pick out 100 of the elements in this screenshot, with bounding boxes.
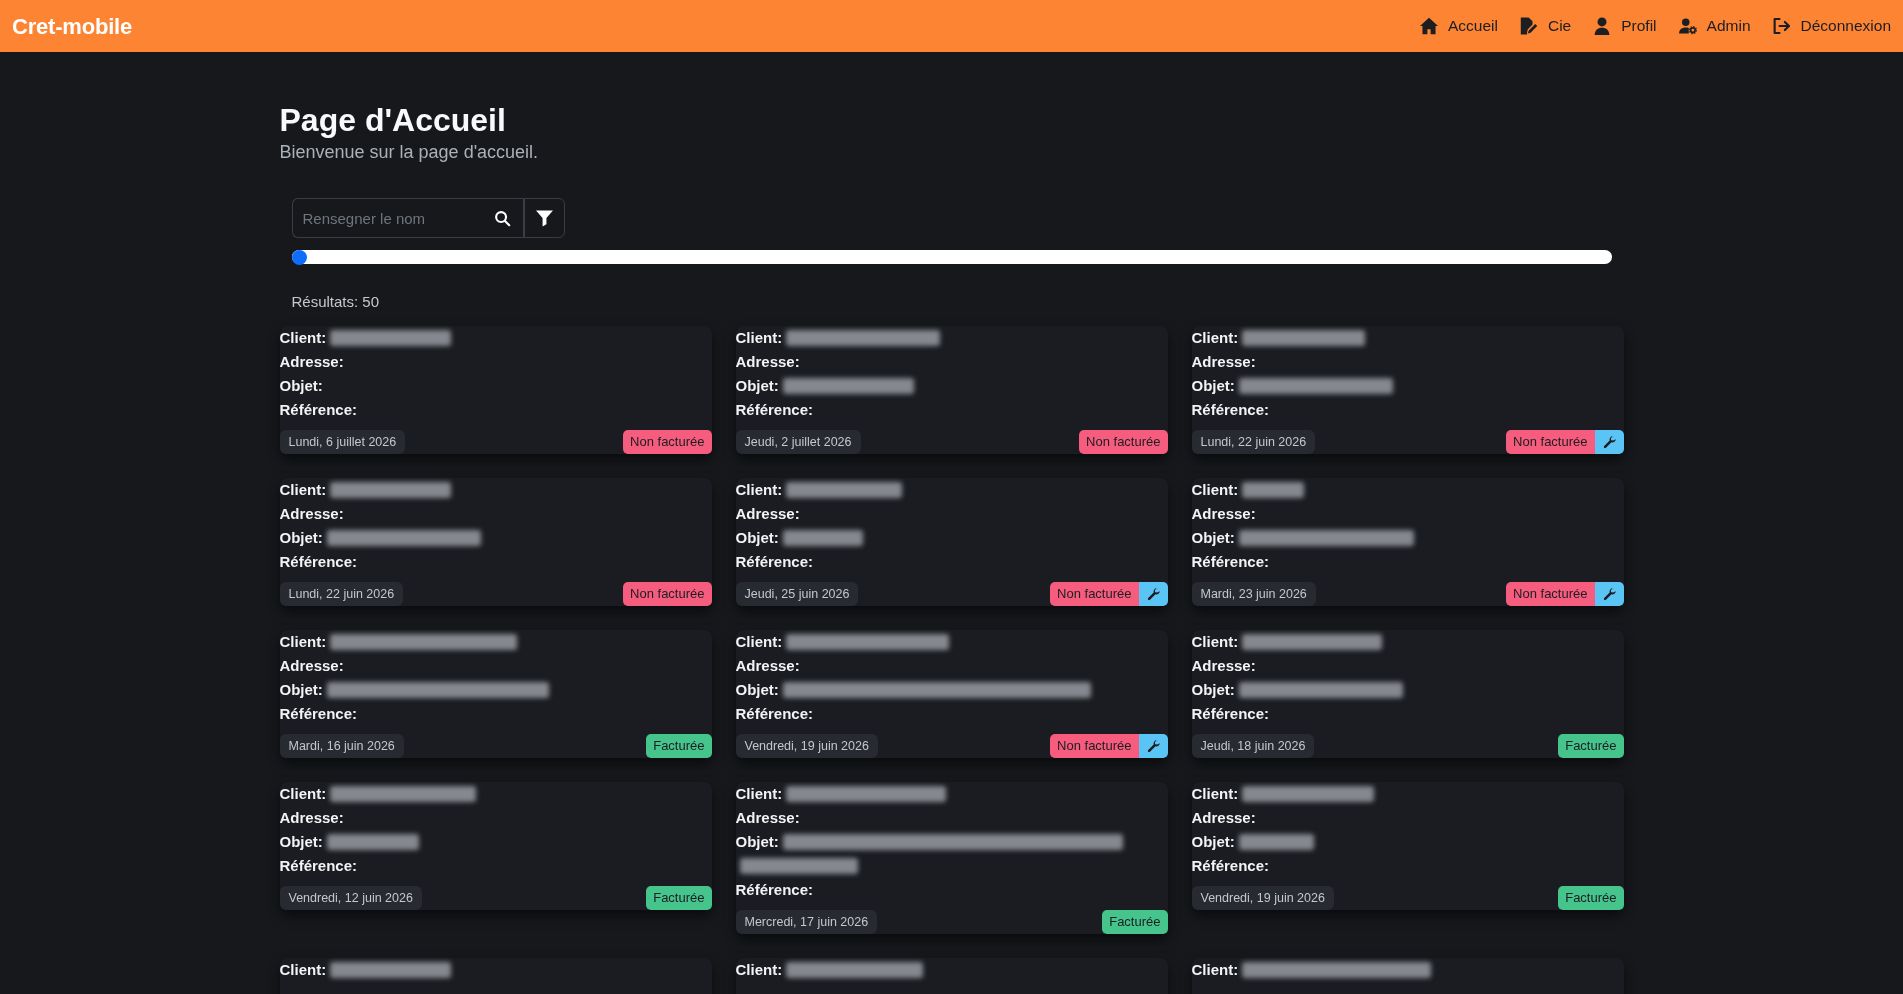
field-label: Client: <box>279 481 327 498</box>
results-count: Résultats: 50 <box>291 293 381 311</box>
status-badge: Facturée <box>646 734 712 758</box>
field-label: Référence: <box>1191 401 1270 418</box>
field-label: Objet: <box>735 377 779 394</box>
field-label: Adresse: <box>735 505 800 522</box>
field-label: Référence: <box>279 401 358 418</box>
date-tag: Jeudi, 2 juillet 2026 <box>735 430 861 454</box>
field-label: Référence: <box>735 705 814 722</box>
field-label: Objet: <box>1191 833 1235 850</box>
date-tag: Vendredi, 12 juin 2026 <box>279 886 422 910</box>
field-label: Objet: <box>735 529 779 546</box>
status-badge: Non facturée <box>1506 582 1595 606</box>
field-label: Client: <box>1191 481 1239 498</box>
status-badge: Facturée <box>646 886 712 910</box>
nav-link[interactable]: Déconnexion <box>1772 14 1891 38</box>
field-label: Référence: <box>1191 705 1270 722</box>
field-label: Objet: <box>279 529 323 546</box>
field-label: Adresse: <box>1191 809 1256 826</box>
date-tag: Vendredi, 19 juin 2026 <box>735 734 878 758</box>
field-label: Référence: <box>735 401 814 418</box>
status-badge: Facturée <box>1558 734 1624 758</box>
wrench-button[interactable] <box>1138 734 1168 758</box>
status-badge: Non facturée <box>623 582 712 606</box>
field-label: Référence: <box>279 553 358 570</box>
user-icon <box>1593 17 1612 35</box>
field-label: Référence: <box>279 857 358 874</box>
date-tag: Jeudi, 25 juin 2026 <box>735 582 859 606</box>
page-title: Page d'Accueil <box>279 101 507 139</box>
status-badge: Facturée <box>1102 910 1168 934</box>
field-label: Client: <box>279 961 327 978</box>
field-label: Objet: <box>1191 529 1235 546</box>
user-gear-icon <box>1678 17 1697 35</box>
field-label: Client: <box>735 481 783 498</box>
field-label: Adresse: <box>1191 353 1256 370</box>
nav-link[interactable]: Profil <box>1593 14 1657 38</box>
status-badge: Non facturée <box>1050 582 1139 606</box>
field-label: Objet: <box>279 377 323 394</box>
wrench-icon <box>1146 587 1160 601</box>
field-label: Adresse: <box>279 809 344 826</box>
field-label: Adresse: <box>279 353 344 370</box>
date-tag: Lundi, 22 juin 2026 <box>1191 430 1316 454</box>
field-label: Client: <box>1191 329 1239 346</box>
field-label: Client: <box>735 961 783 978</box>
field-label: Client: <box>735 329 783 346</box>
date-tag: Jeudi, 18 juin 2026 <box>1191 734 1315 758</box>
wrench-button[interactable] <box>1594 430 1624 454</box>
date-tag: Mercredi, 17 juin 2026 <box>735 910 878 934</box>
field-label: Objet: <box>735 681 779 698</box>
slider-thumb[interactable] <box>291 249 307 265</box>
status-badge: Non facturée <box>1506 430 1595 454</box>
slider-track[interactable] <box>291 250 1612 264</box>
field-label: Client: <box>1191 961 1239 978</box>
field-label: Référence: <box>279 705 358 722</box>
field-label: Référence: <box>1191 553 1270 570</box>
field-label: Adresse: <box>735 809 800 826</box>
wrench-icon <box>1602 587 1616 601</box>
date-tag: Mardi, 16 juin 2026 <box>279 734 404 758</box>
page-subtitle: Bienvenue sur la page d'accueil. <box>279 141 540 163</box>
field-label: Client: <box>279 633 327 650</box>
field-label: Adresse: <box>279 657 344 674</box>
field-label: Client: <box>1191 633 1239 650</box>
logout-icon <box>1772 17 1791 35</box>
date-tag: Vendredi, 19 juin 2026 <box>1191 886 1334 910</box>
field-label: Adresse: <box>1191 505 1256 522</box>
date-tag: Lundi, 22 juin 2026 <box>279 582 404 606</box>
nav-link[interactable]: Cie <box>1520 14 1572 38</box>
field-label: Client: <box>1191 785 1239 802</box>
field-label: Objet: <box>279 681 323 698</box>
home-icon <box>1420 17 1438 35</box>
status-badge: Non facturée <box>1079 430 1168 454</box>
status-badge: Non facturée <box>623 430 712 454</box>
field-label: Objet: <box>1191 681 1235 698</box>
status-badge: Non facturée <box>1050 734 1139 758</box>
field-label: Objet: <box>1191 377 1235 394</box>
wrench-icon <box>1602 435 1616 449</box>
wrench-button[interactable] <box>1138 582 1168 606</box>
field-label: Objet: <box>279 833 323 850</box>
date-tag: Mardi, 23 juin 2026 <box>1191 582 1316 606</box>
field-label: Client: <box>279 785 327 802</box>
field-label: Adresse: <box>1191 657 1256 674</box>
field-label: Référence: <box>735 881 814 898</box>
wrench-icon <box>1146 739 1160 753</box>
field-label: Client: <box>279 329 327 346</box>
field-label: Client: <box>735 633 783 650</box>
field-label: Adresse: <box>279 505 344 522</box>
nav-link[interactable]: Admin <box>1678 14 1751 38</box>
field-label: Adresse: <box>735 353 800 370</box>
date-tag: Lundi, 6 juillet 2026 <box>279 430 406 454</box>
field-label: Référence: <box>1191 857 1270 874</box>
field-label: Adresse: <box>735 657 800 674</box>
wrench-button[interactable] <box>1594 582 1624 606</box>
field-label: Objet: <box>735 833 779 850</box>
field-label: Référence: <box>735 553 814 570</box>
filter-button[interactable] <box>523 198 565 238</box>
document-pen-icon <box>1520 17 1538 35</box>
filter-icon <box>535 209 553 227</box>
status-badge: Facturée <box>1558 886 1624 910</box>
nav-link[interactable]: Accueil <box>1420 14 1498 38</box>
field-label: Client: <box>735 785 783 802</box>
